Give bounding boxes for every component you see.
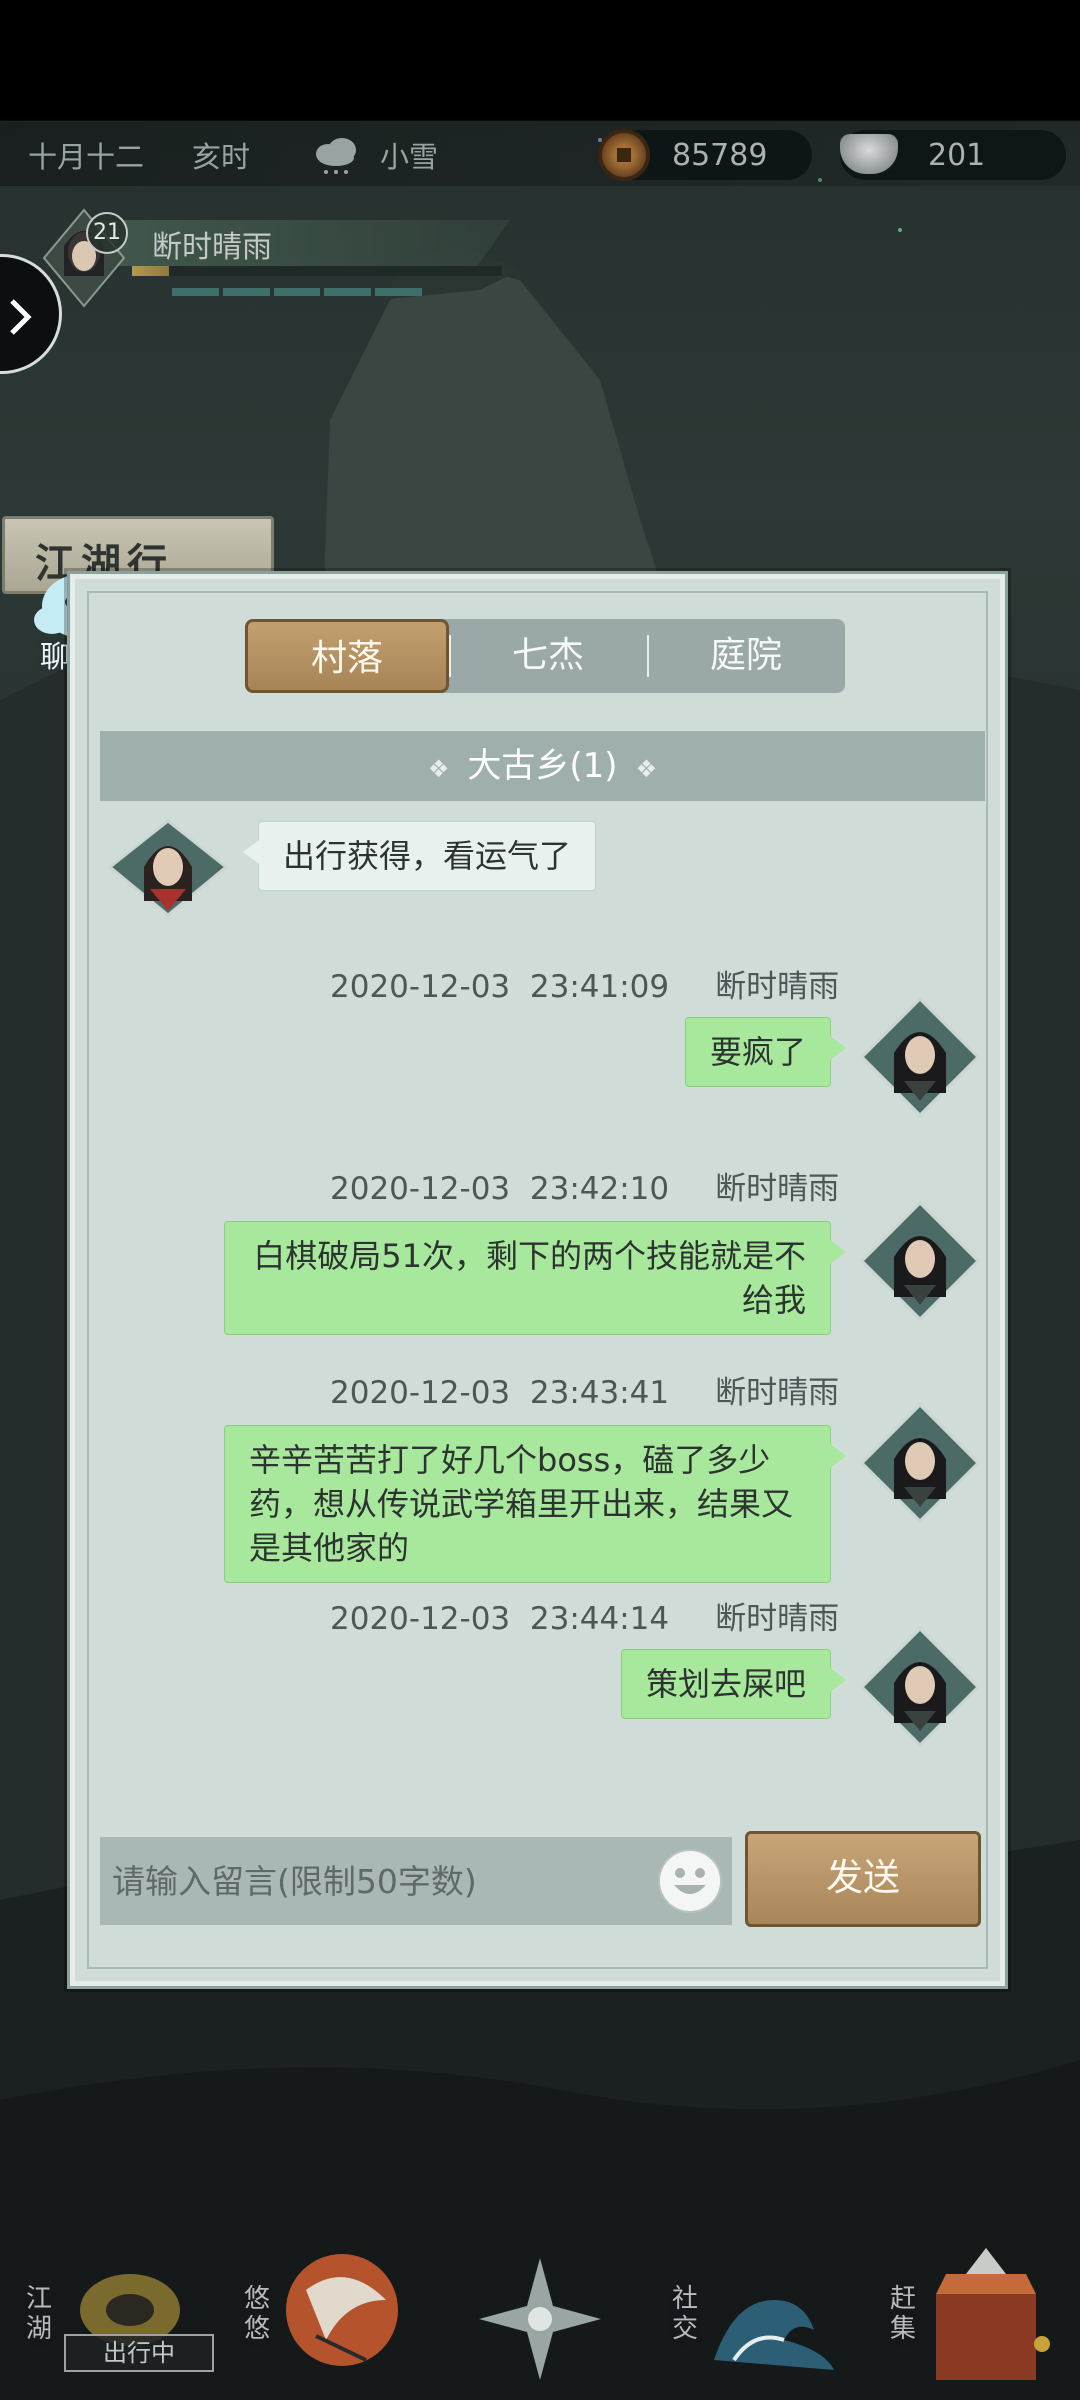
message-meta: 2020-12-03 23:42:10 断时晴雨 — [330, 1163, 839, 1208]
outing-status-label: 出行中 — [103, 2339, 175, 2367]
message-meta: 2020-12-03 23:41:09 断时晴雨 — [330, 961, 839, 1006]
message-sender: 断时晴雨 — [715, 1171, 840, 1207]
message-sender: 断时晴雨 — [715, 1601, 840, 1637]
message-time: 23:43:41 — [529, 1375, 670, 1411]
silver-counter: 201 — [840, 130, 1066, 180]
wave-icon — [714, 2300, 834, 2370]
message-input-row: 发送 — [100, 1819, 985, 1939]
emoji-button[interactable] — [658, 1849, 722, 1913]
tab-village[interactable]: 村落 — [245, 619, 449, 693]
copper-counter: 85789 — [598, 129, 812, 181]
player-hp-fill — [132, 266, 169, 276]
message-time: 23:41:09 — [529, 969, 670, 1005]
message-time: 23:42:10 — [529, 1171, 670, 1207]
nav-social-label: 社交 — [670, 2280, 700, 2348]
nav-market-label: 赶集 — [888, 2280, 918, 2348]
market-basket-icon — [936, 2248, 1050, 2380]
diamond-ornament-icon: ❖ — [635, 755, 658, 783]
chevron-right-icon — [10, 299, 32, 335]
other-user-avatar[interactable] — [107, 819, 229, 939]
send-button-label: 发送 — [826, 1856, 900, 1899]
player-energy-segments — [172, 288, 422, 296]
nav-market[interactable]: 赶集 — [880, 2220, 1070, 2400]
my-avatar[interactable] — [859, 1402, 981, 1524]
tab-courtyard-label: 庭院 — [709, 635, 782, 676]
message-time: 23:44:14 — [529, 1601, 670, 1637]
chat-message-text: 出行获得，看运气了 — [283, 837, 572, 875]
player-name: 断时晴雨 — [152, 230, 272, 265]
nav-youyou-label: 悠悠 — [242, 2280, 272, 2348]
chat-room-name: 大古乡(1) — [467, 746, 618, 786]
message-date: 2020-12-03 — [330, 969, 511, 1005]
nav-social[interactable]: 社交 — [660, 2220, 850, 2400]
message-list[interactable]: 出行获得，看运气了 2020-12-03 23:41:09 断时晴雨 要疯了 20… — [100, 801, 985, 1809]
chat-message-text: 策划去屎吧 — [645, 1665, 806, 1703]
tab-village-label: 村落 — [310, 638, 383, 679]
message-sender: 断时晴雨 — [715, 969, 840, 1005]
tab-courtyard[interactable]: 庭院 — [647, 619, 845, 693]
weather-text: 小雪 — [380, 140, 439, 174]
chat-message-bubble[interactable]: 策划去屎吧 — [620, 1649, 847, 1719]
message-meta: 2020-12-03 23:43:41 断时晴雨 — [330, 1367, 839, 1412]
copper-coin-icon — [598, 129, 650, 181]
message-date: 2020-12-03 — [330, 1375, 511, 1411]
chat-message-text: 白棋破局51次，剩下的两个技能就是不给我 — [253, 1237, 806, 1319]
player-hp-bar — [132, 266, 502, 276]
message-date: 2020-12-03 — [330, 1171, 511, 1207]
bottom-nav: 江湖 出行中 悠悠 社交 赶集 — [0, 2220, 1080, 2400]
message-meta: 2020-12-03 23:44:14 断时晴雨 — [330, 1593, 839, 1638]
nav-jianghu-label: 江湖 — [24, 2280, 54, 2348]
tab-seven-heroes-label: 七杰 — [511, 635, 584, 676]
chat-dialog: 村落 七杰 庭院 ❖ 大古乡(1) ❖ 出行获得，看运气了 2020-12-03 2… — [67, 571, 1008, 1989]
diamond-ornament-icon: ❖ — [427, 755, 450, 783]
nav-jianghu[interactable]: 江湖 出行中 — [20, 2220, 214, 2400]
my-avatar[interactable] — [859, 1626, 981, 1748]
chat-message-bubble[interactable]: 要疯了 — [684, 1017, 847, 1087]
nav-center[interactable] — [470, 2220, 610, 2400]
game-time: 亥时 — [192, 140, 251, 174]
player-level-badge: 21 — [86, 212, 128, 254]
game-date: 十月十二 — [28, 140, 145, 174]
chat-message-bubble[interactable]: 白棋破局51次，剩下的两个技能就是不给我 — [224, 1221, 846, 1335]
chat-room-title: ❖ 大古乡(1) ❖ — [100, 731, 985, 801]
chat-message-bubble[interactable]: 出行获得，看运气了 — [242, 821, 597, 891]
message-date: 2020-12-03 — [330, 1601, 511, 1637]
message-input[interactable] — [100, 1837, 732, 1925]
silver-ingot-icon — [840, 134, 898, 174]
chat-tabs: 村落 七杰 庭院 — [245, 619, 845, 693]
tab-seven-heroes[interactable]: 七杰 — [449, 619, 647, 693]
copper-amount: 85789 — [672, 138, 768, 173]
my-avatar[interactable] — [859, 996, 981, 1118]
my-avatar[interactable] — [859, 1200, 981, 1322]
status-bar: 十月十二 亥时 小雪 85789 201 — [0, 122, 1080, 186]
chat-message-bubble[interactable]: 辛辛苦苦打了好几个boss，磕了多少药，想从传说武学箱里开出来，结果又是其他家的 — [224, 1425, 846, 1583]
outing-status-tag: 出行中 — [64, 2334, 214, 2372]
compass-star-icon — [479, 2258, 601, 2380]
chat-message-text: 辛辛苦苦打了好几个boss，磕了多少药，想从传说武学箱里开出来，结果又是其他家的 — [249, 1441, 794, 1567]
silver-amount: 201 — [928, 138, 986, 173]
crane-icon — [286, 2254, 398, 2366]
send-button[interactable]: 发送 — [745, 1831, 981, 1927]
cloud-snow-icon — [312, 136, 360, 183]
chat-message-text: 要疯了 — [709, 1033, 806, 1071]
nav-youyou[interactable]: 悠悠 — [230, 2220, 410, 2400]
message-sender: 断时晴雨 — [715, 1375, 840, 1411]
smiley-icon — [674, 1868, 706, 1894]
